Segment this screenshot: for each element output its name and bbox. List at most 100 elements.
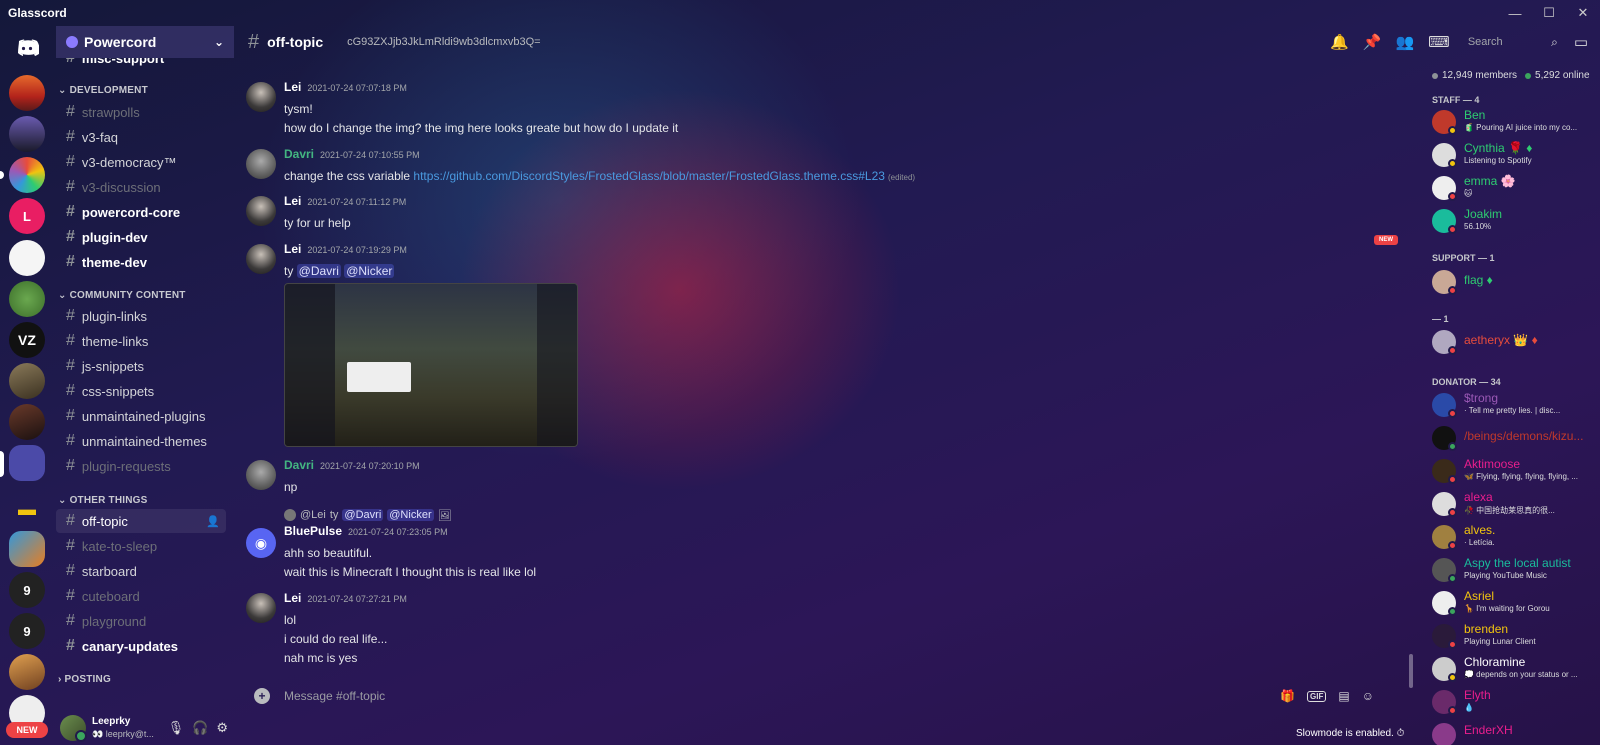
avatar[interactable] [246,149,276,179]
member-item[interactable]: EnderXH [1432,721,1600,745]
channel-strawpolls[interactable]: # strawpolls [56,100,226,124]
server-brush[interactable] [9,531,45,567]
channel-plugin-dev[interactable]: # plugin-dev [56,225,226,249]
member-item[interactable]: Cynthia 🌹 ♦ Listening to Spotify [1432,141,1600,169]
maximize-icon[interactable]: ☐ [1532,0,1566,26]
home-discord-icon[interactable] [9,30,45,66]
server-dark-portrait[interactable] [9,404,45,440]
pin-icon[interactable]: 📌 [1363,33,1382,51]
gear-icon[interactable]: ⚙ [216,720,228,736]
emoji-icon[interactable]: ☺ [1362,689,1374,703]
server-goose[interactable] [9,240,45,276]
scrollbar-thumb[interactable] [1409,654,1413,688]
channel-unmaintained-plugins[interactable]: # unmaintained-plugins [56,404,226,428]
headphones-icon[interactable]: 🎧 [192,720,208,736]
member-item[interactable]: Ben 🧃 Pouring AI juice into my co... [1432,108,1600,136]
message-author[interactable]: BluePulse [284,524,342,538]
channel-css-snippets[interactable]: # css-snippets [56,379,226,403]
channel-v3-faq[interactable]: # v3-faq [56,125,226,149]
category-community-content[interactable]: ⌄ COMMUNITY CONTENT [58,290,186,301]
avatar[interactable] [246,593,276,623]
message-author[interactable]: Lei [284,242,301,256]
category-posting[interactable]: › POSTING [58,674,111,685]
avatar[interactable] [246,244,276,274]
channel-js-snippets[interactable]: # js-snippets [56,354,226,378]
search-input[interactable]: Search ⌕ [1464,31,1560,53]
message-author[interactable]: Lei [284,80,301,94]
member-item[interactable]: Chloramine 💭 depends on your status or ..… [1432,655,1600,683]
sticker-icon[interactable]: ▤ [1338,689,1349,703]
member-item[interactable]: flag ♦ [1432,268,1600,296]
member-item[interactable]: Joakim 56.10% [1432,207,1600,235]
member-item[interactable]: Elyth 💧 [1432,688,1600,716]
gif-button[interactable]: GIF [1307,690,1327,702]
gift-icon[interactable]: 🎁 [1280,689,1295,703]
minimize-icon[interactable]: — [1498,0,1532,26]
close-icon[interactable]: ✕ [1566,0,1600,26]
channel-plugin-requests[interactable]: # plugin-requests [56,454,226,478]
channel-powercord-core[interactable]: # powercord-core [56,200,226,224]
channel-unmaintained-themes[interactable]: # unmaintained-themes [56,429,226,453]
message-author[interactable]: Lei [284,194,301,208]
new-messages-tag[interactable]: NEW [1374,235,1398,245]
channel-playground[interactable]: # playground [56,609,226,633]
channel-theme-dev[interactable]: # theme-dev [56,250,226,274]
server-gd-2[interactable]: 9 [9,613,45,649]
avatar[interactable] [246,460,276,490]
server-city[interactable] [9,116,45,152]
folder-icon[interactable]: ▬ [9,491,45,527]
message-author[interactable]: Davri [284,147,314,161]
reply-preview[interactable]: @Lei ty @Davri @Nicker 🖼 [284,506,452,524]
category-development[interactable]: ⌄ DEVELOPMENT [58,85,148,96]
channel-canary-updates[interactable]: # canary-updates [56,634,226,658]
channel-cuteboard[interactable]: # cuteboard [56,584,226,608]
category-other-things[interactable]: ⌄ OTHER THINGS [58,495,148,506]
message-link[interactable]: https://github.com/DiscordStyles/Frosted… [413,169,885,183]
channel-theme-links[interactable]: # theme-links [56,329,226,353]
member-item[interactable]: alexa 🥀 中国抢劫莱思真的很... [1432,490,1600,518]
user-names[interactable]: Leeprky 👀 leeprky@t... [92,716,154,740]
avatar[interactable] [60,714,87,742]
member-item[interactable]: brenden Playing Lunar Client [1432,622,1600,650]
channel-v3-discussion[interactable]: # v3-discussion [56,175,226,199]
server-portrait[interactable] [9,363,45,399]
channel-off-topic[interactable]: # off-topic 👤 [56,509,226,533]
channel-topic[interactable]: cG93ZXJjb3JkLmRldi9wb3dlcmxvb3Q= [347,36,541,48]
message-input[interactable]: Message #off-topic [284,689,385,703]
guild-header[interactable]: Powercord ⌄ [56,26,234,58]
channel-kate-to-sleep[interactable]: # kate-to-sleep [56,534,226,558]
message-author[interactable]: Davri [284,458,314,472]
server-sunset[interactable] [9,75,45,111]
inbox-icon[interactable]: ▭ [1574,33,1588,51]
bell-icon[interactable]: 🔔 [1330,33,1349,51]
avatar[interactable] [246,82,276,112]
server-bird[interactable] [9,654,45,690]
keyboard-icon[interactable]: ⌨ [1428,33,1450,51]
member-item[interactable]: Aspy the local autist Playing YouTube Mus… [1432,556,1600,584]
mention[interactable]: @Nicker [344,264,395,278]
image-attachment[interactable] [284,283,578,447]
member-item[interactable]: /beings/demons/kizu... [1432,424,1600,452]
member-item[interactable]: aetheryx 👑 ♦ [1432,328,1600,356]
invite-icon[interactable]: 👤 [206,515,220,528]
member-item[interactable]: Asriel 🦒 I'm waiting for Gorou [1432,589,1600,617]
server-frog[interactable] [9,281,45,317]
microphone-icon[interactable]: 🎙 [168,720,185,736]
member-item[interactable]: emma 🌸 🐱 [1432,174,1600,202]
avatar[interactable]: ◉ [246,528,276,558]
avatar[interactable] [246,196,276,226]
channel-v3-democracy[interactable]: # v3-democracy™ [56,150,226,174]
server-powercord[interactable] [9,445,45,481]
server-vz[interactable]: VZ [9,322,45,358]
member-item[interactable]: alves. · Letícia. [1432,523,1600,551]
member-item[interactable]: Aktimoose 🦋 Flying, flying, flying, flyin… [1432,457,1600,485]
member-item[interactable]: $trong · Tell me pretty lies. | disc... [1432,391,1600,419]
new-badge[interactable]: NEW [6,722,48,738]
members-icon[interactable]: 👥 [1395,33,1414,51]
mention[interactable]: @Davri [296,264,341,278]
channel-plugin-links[interactable]: # plugin-links [56,304,226,328]
channel-misc-support[interactable]: #misc-support [56,58,226,70]
message-author[interactable]: Lei [284,591,301,605]
server-pink[interactable]: L [9,198,45,234]
add-attachment-button[interactable]: + [254,688,270,704]
